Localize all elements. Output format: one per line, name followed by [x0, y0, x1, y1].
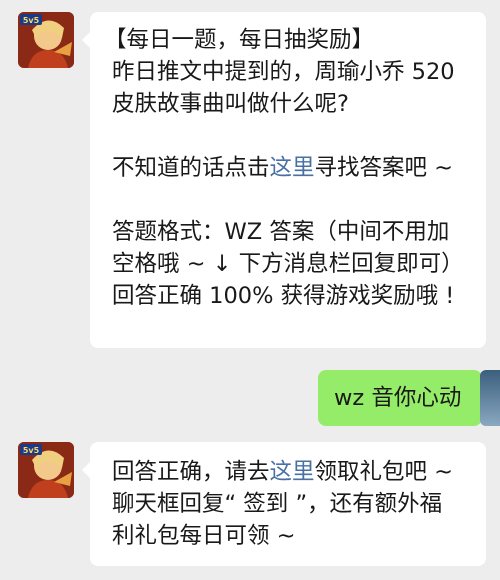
- message-line: 【每日一题，每日抽奖励】: [104, 27, 375, 53]
- message-text: 领取礼包吧 ~: [314, 459, 454, 485]
- my-avatar[interactable]: [480, 370, 500, 426]
- sender-avatar[interactable]: 5v5: [18, 12, 74, 68]
- message-text: 不知道的话点击: [112, 155, 270, 181]
- avatar-badge: 5v5: [23, 16, 40, 25]
- message-text: 回答正确，请去: [112, 459, 270, 485]
- message-bubble-outgoing[interactable]: wz 音你心动: [318, 370, 490, 426]
- message-text: 寻找答案吧 ~: [314, 155, 454, 181]
- message-line: 聊天框回复“ 签到 ”，还有额外福: [112, 491, 443, 517]
- message-line: 回答正确 100% 获得游戏奖励哦 !: [112, 283, 455, 309]
- avatar-badge: 5v5: [23, 446, 40, 455]
- here-link[interactable]: 这里: [270, 459, 315, 485]
- message-line: 利礼包每日可领 ~: [112, 523, 296, 549]
- sender-avatar[interactable]: 5v5: [18, 442, 74, 498]
- message-line: 皮肤故事曲叫做什么呢?: [112, 91, 349, 117]
- message-line-with-link: 不知道的话点击这里寻找答案吧 ~: [112, 152, 486, 184]
- message-bubble-incoming[interactable]: 【每日一题，每日抽奖励】 昨日推文中提到的，周瑜小乔 520 皮肤故事曲叫做什么…: [82, 12, 486, 348]
- message-line: 空格哦 ~ ↓ 下方消息栏回复即可）: [112, 251, 464, 277]
- message-text: wz 音你心动: [334, 385, 462, 411]
- here-link[interactable]: 这里: [270, 155, 315, 181]
- message-line: 答题格式：WZ 答案（中间不用加: [112, 219, 450, 245]
- message-line-with-link: 回答正确，请去这里领取礼包吧 ~: [112, 456, 486, 488]
- message-line: 昨日推文中提到的，周瑜小乔 520: [112, 59, 455, 85]
- game-hero-avatar-icon: 5v5: [18, 442, 74, 498]
- game-hero-avatar-icon: 5v5: [18, 12, 74, 68]
- message-bubble-incoming[interactable]: 回答正确，请去这里领取礼包吧 ~ 聊天框回复“ 签到 ”，还有额外福 利礼包每日…: [82, 442, 486, 566]
